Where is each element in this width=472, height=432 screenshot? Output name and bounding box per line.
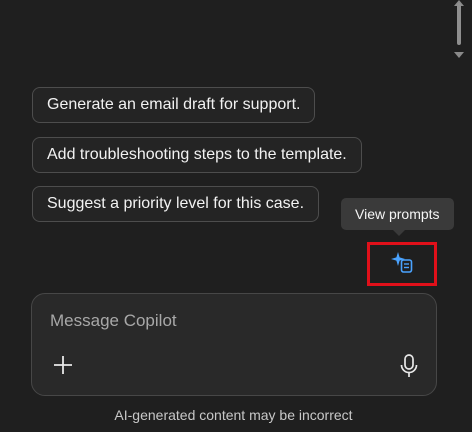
tooltip-arrow (393, 230, 405, 236)
message-input[interactable] (50, 308, 410, 334)
view-prompts-button[interactable] (367, 242, 437, 286)
view-prompts-tooltip: View prompts (341, 198, 454, 230)
suggestion-chip-email-draft[interactable]: Generate an email draft for support. (32, 87, 316, 123)
scroll-down-arrow-icon[interactable] (454, 52, 464, 58)
scroll-thumb[interactable] (457, 3, 461, 45)
copilot-chat-panel: Generate an email draft for support. Add… (0, 0, 472, 432)
sparkle-prompt-icon (390, 250, 414, 279)
microphone-icon[interactable] (398, 353, 420, 379)
ai-disclaimer: AI-generated content may be incorrect (114, 407, 353, 423)
message-composer (31, 293, 437, 396)
plus-icon[interactable] (50, 352, 76, 378)
suggestion-chip-troubleshooting[interactable]: Add troubleshooting steps to the templat… (32, 137, 362, 173)
suggestion-chip-priority[interactable]: Suggest a priority level for this case. (32, 186, 320, 222)
vertical-scrollbar[interactable] (451, 0, 467, 70)
